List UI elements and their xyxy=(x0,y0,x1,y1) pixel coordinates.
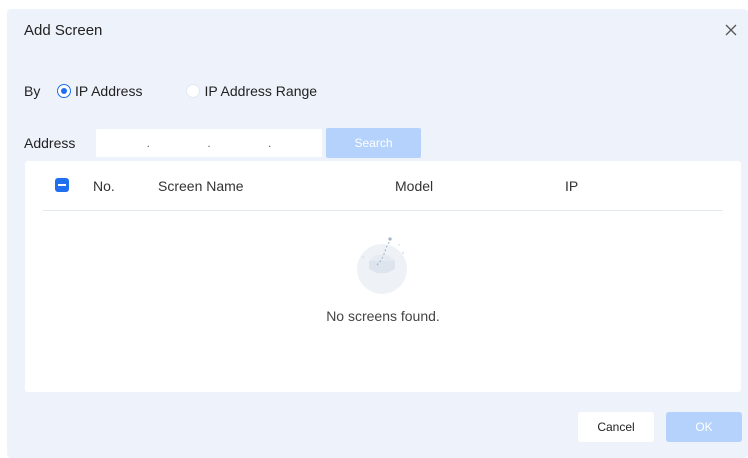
select-all-checkbox[interactable] xyxy=(55,178,69,192)
ip-address-input[interactable]: . . . xyxy=(96,129,322,157)
close-icon[interactable] xyxy=(722,21,740,39)
ip-separator: . xyxy=(207,136,211,150)
table-header: No. Screen Name Model IP xyxy=(43,161,723,211)
empty-box-icon xyxy=(347,229,417,299)
address-row: Address . . . Search xyxy=(24,128,421,158)
column-header-screen-name: Screen Name xyxy=(158,178,244,194)
column-header-ip: IP xyxy=(565,178,579,194)
add-screen-dialog: Add Screen By IP Address IP Address Rang… xyxy=(7,9,748,458)
dialog-title: Add Screen xyxy=(24,22,103,39)
ip-separator: . xyxy=(267,136,272,150)
empty-state-text: No screens found. xyxy=(326,308,440,324)
radio-unchecked-icon xyxy=(186,84,201,98)
cancel-button[interactable]: Cancel xyxy=(578,412,654,442)
by-row: By IP Address IP Address Range xyxy=(24,81,317,101)
screen-table: No. Screen Name Model IP No screens foun… xyxy=(25,161,741,392)
radio-ip-address-range-label: IP Address Range xyxy=(204,83,318,99)
by-label: By xyxy=(24,83,41,99)
column-header-no: No. xyxy=(93,178,115,194)
ip-separator: . xyxy=(146,136,150,150)
column-header-model: Model xyxy=(395,178,434,194)
ok-button[interactable]: OK xyxy=(666,412,742,442)
radio-checked-icon xyxy=(57,84,71,98)
search-button[interactable]: Search xyxy=(326,128,421,158)
radio-ip-address-label: IP Address xyxy=(75,83,143,99)
radio-ip-address[interactable]: IP Address xyxy=(57,83,142,99)
address-label: Address xyxy=(24,135,76,151)
radio-ip-address-range[interactable]: IP Address Range xyxy=(186,83,317,99)
